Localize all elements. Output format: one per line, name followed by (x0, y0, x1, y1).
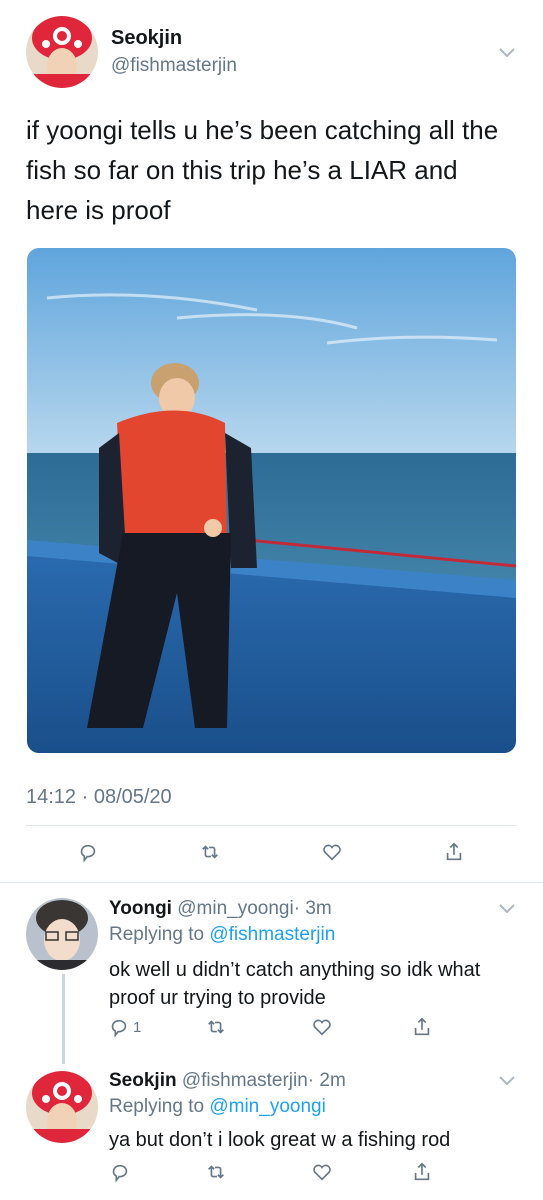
display-name[interactable]: Seokjin (111, 27, 182, 50)
reply-header: Seokjin @fishmasterjin· 2m (109, 1070, 346, 1092)
like-button[interactable] (308, 1158, 336, 1186)
reply-icon (112, 1164, 128, 1183)
like-icon (323, 844, 341, 861)
retweet-icon (208, 1165, 224, 1179)
section-divider (0, 882, 543, 883)
replying-label: Replying to (109, 924, 205, 945)
reply-button[interactable] (74, 838, 102, 866)
tweet-photo[interactable] (27, 248, 516, 753)
handle[interactable]: @min_yoongi (177, 898, 293, 919)
tweet-text: if yoongi tells u he’s been catching all… (26, 115, 499, 225)
like-icon (313, 1164, 331, 1181)
share-button[interactable] (408, 1013, 436, 1041)
replying-label: Replying to (109, 1096, 205, 1117)
chevron-down-icon[interactable] (498, 1074, 516, 1092)
replying-to-line: Replying to @min_yoongi (109, 1096, 326, 1118)
reply-text: ya but don’t i look great w a fishing ro… (109, 1129, 451, 1151)
retweet-button[interactable] (202, 1158, 230, 1186)
reply-avatar[interactable] (26, 898, 98, 970)
reply-age: · 2m (307, 1070, 346, 1091)
like-icon (313, 1019, 331, 1036)
tweet-timestamp: 14:12 · 08/05/20 (26, 786, 172, 808)
retweet-button[interactable] (202, 1013, 230, 1041)
share-icon (414, 1162, 430, 1181)
handle[interactable]: @fishmasterjin (111, 55, 237, 77)
like-button[interactable] (318, 838, 346, 866)
retweet-button[interactable] (196, 838, 224, 866)
thread-line (62, 974, 65, 1064)
display-name[interactable]: Seokjin (109, 1070, 177, 1091)
chevron-down-icon[interactable] (498, 46, 516, 64)
replying-to-link[interactable]: @fishmasterjin (209, 924, 335, 945)
replying-to-line: Replying to @fishmasterjin (109, 924, 335, 946)
reply-header: Yoongi @min_yoongi· 3m (109, 898, 332, 920)
handle[interactable]: @fishmasterjin (182, 1070, 308, 1091)
share-icon (414, 1017, 430, 1036)
share-icon (446, 842, 462, 861)
retweet-icon (208, 1020, 224, 1034)
share-button[interactable] (440, 838, 468, 866)
reply-button[interactable]: 1 (108, 1016, 141, 1038)
avatar[interactable] (26, 16, 98, 88)
reply-icon (111, 1019, 127, 1038)
reply-age: · 3m (293, 898, 332, 919)
like-button[interactable] (308, 1013, 336, 1041)
chevron-down-icon[interactable] (498, 902, 516, 920)
reply-count: 1 (133, 1018, 142, 1036)
display-name[interactable]: Yoongi (109, 898, 172, 919)
share-button[interactable] (408, 1158, 436, 1186)
reply-button[interactable] (106, 1158, 134, 1186)
divider (26, 825, 517, 826)
reply-icon (80, 844, 96, 863)
reply-avatar[interactable] (26, 1071, 98, 1143)
retweet-icon (202, 845, 218, 859)
reply-text: ok well u didn’t catch anything so idk w… (109, 959, 481, 1009)
replying-to-link[interactable]: @min_yoongi (209, 1096, 325, 1117)
